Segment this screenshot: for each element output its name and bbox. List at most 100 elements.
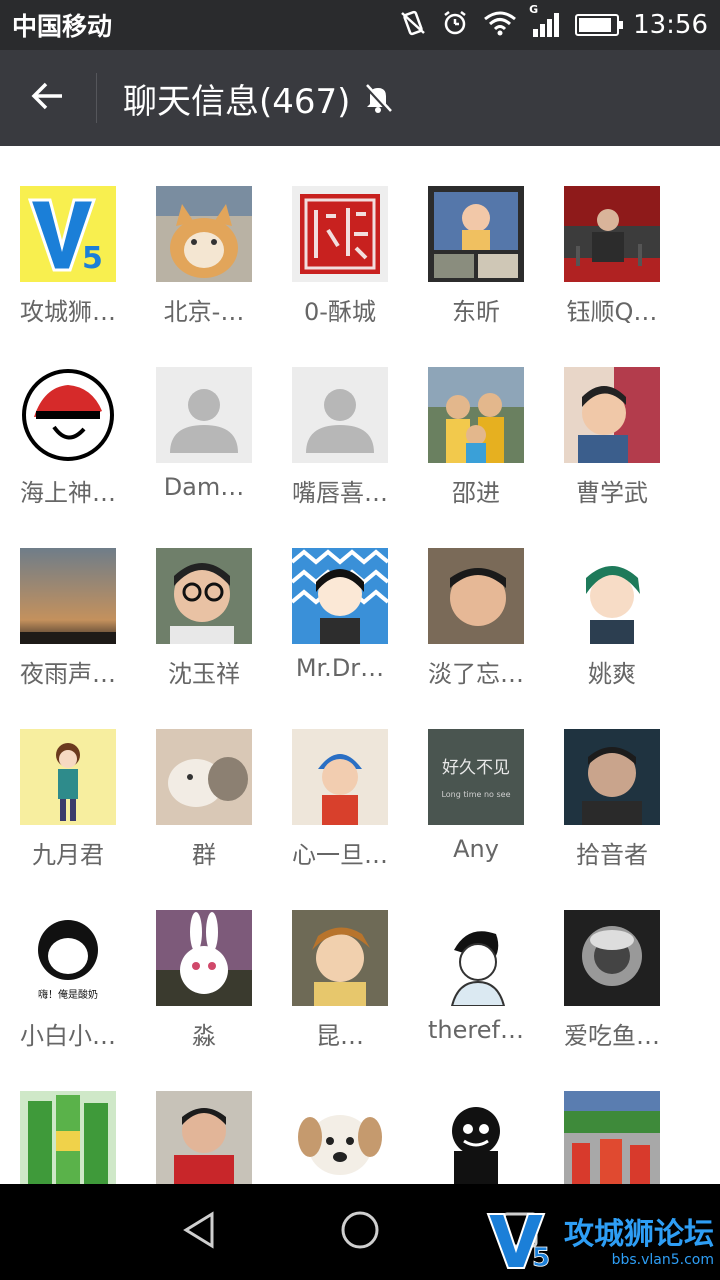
member-item[interactable]: 嘴唇喜…	[272, 367, 408, 517]
member-item[interactable]: theref…	[408, 910, 544, 1060]
member-item[interactable]	[408, 1091, 544, 1184]
member-avatar	[428, 186, 524, 282]
member-item[interactable]: 5 攻城狮…	[0, 186, 136, 336]
carrier-label: 中国移动	[12, 12, 113, 41]
member-avatar	[20, 729, 116, 825]
member-item[interactable]: 昆…	[272, 910, 408, 1060]
member-name: 昆…	[316, 1022, 364, 1050]
member-name: 拾音者	[576, 841, 648, 869]
title-divider	[96, 73, 97, 123]
member-item[interactable]: 海上神…	[0, 367, 136, 517]
member-item[interactable]: 嗨！俺是酸奶小白小…	[0, 910, 136, 1060]
member-name: 邵进	[452, 479, 500, 507]
member-name: 夜雨声…	[20, 660, 116, 688]
member-avatar	[292, 1091, 388, 1184]
nav-home-button[interactable]	[336, 1208, 384, 1256]
member-name: Mr.Dr…	[295, 654, 385, 682]
watermark-title: 攻城狮论坛	[564, 1217, 714, 1252]
mute-bell-icon	[362, 82, 394, 114]
wifi-icon	[483, 9, 517, 41]
member-item[interactable]: 夜雨声…	[0, 548, 136, 698]
member-avatar	[564, 367, 660, 463]
signal-icon: G	[529, 3, 561, 39]
status-time: 13:56	[633, 10, 708, 40]
member-name: 小白小…	[20, 1022, 116, 1050]
member-name: 0-酥城	[304, 298, 376, 326]
member-avatar	[156, 1091, 252, 1184]
member-name: 心一旦…	[292, 841, 388, 869]
member-item[interactable]: 九月君	[0, 729, 136, 879]
nav-back-button[interactable]	[176, 1208, 224, 1256]
member-avatar: 5	[20, 186, 116, 282]
back-button[interactable]	[0, 50, 96, 146]
member-name: 姚爽	[588, 660, 636, 688]
member-item[interactable]: 心一旦…	[272, 729, 408, 879]
member-avatar	[564, 729, 660, 825]
member-item[interactable]: 东昕	[408, 186, 544, 336]
member-item[interactable]: 拾音者	[544, 729, 680, 879]
member-avatar	[20, 367, 116, 463]
member-item[interactable]	[136, 1091, 272, 1184]
member-name: 钰顺Q…	[566, 298, 658, 326]
member-avatar	[564, 186, 660, 282]
member-avatar	[292, 729, 388, 825]
watermark: 5 攻城狮论坛 bbs.vlan5.com	[486, 1210, 714, 1276]
member-avatar	[428, 548, 524, 644]
member-name: 淼	[192, 1022, 216, 1050]
member-name: 北京-…	[163, 298, 245, 326]
member-item[interactable]: 淡了忘…	[408, 548, 544, 698]
member-avatar	[428, 1091, 524, 1184]
member-item[interactable]: 淼	[136, 910, 272, 1060]
member-name: 淡了忘…	[428, 660, 524, 688]
member-name: Dam…	[163, 473, 245, 501]
member-avatar	[564, 1091, 660, 1184]
member-name: Any	[453, 835, 499, 863]
member-name: theref…	[428, 1016, 524, 1044]
member-name: 海上神…	[20, 479, 116, 507]
member-name: 九月君	[32, 841, 104, 869]
status-icons: G 13:56	[399, 3, 708, 41]
member-item[interactable]: 好久不见 Long time no see Any	[408, 729, 544, 879]
v5-logo-icon: 5	[486, 1210, 560, 1276]
member-name: 曹学武	[576, 479, 648, 507]
member-avatar	[428, 367, 524, 463]
member-name: 爱吃鱼…	[564, 1022, 660, 1050]
member-item[interactable]: 爱吃鱼…	[544, 910, 680, 1060]
member-avatar	[156, 548, 252, 644]
member-avatar	[292, 548, 388, 644]
member-item[interactable]: 邵进	[408, 367, 544, 517]
vibrate-icon	[399, 9, 427, 41]
member-grid: 5 攻城狮… 北京-… 0-酥城 东昕 钰顺Q… 海上神… Dam… 嘴唇喜… 邵进 曹学武夜雨声……	[0, 146, 720, 1184]
member-name: 东昕	[452, 298, 500, 326]
member-item[interactable]: 北京-…	[136, 186, 272, 336]
member-avatar	[20, 548, 116, 644]
member-item[interactable]: Dam…	[136, 367, 272, 517]
member-avatar	[156, 186, 252, 282]
member-item[interactable]: 群	[136, 729, 272, 879]
svg-text:Long time no see: Long time no see	[441, 790, 510, 799]
member-item[interactable]: 姚爽	[544, 548, 680, 698]
member-item[interactable]	[544, 1091, 680, 1184]
member-avatar	[564, 548, 660, 644]
member-item[interactable]	[0, 1091, 136, 1184]
member-avatar	[156, 367, 252, 463]
triangle-back-icon	[180, 1210, 220, 1254]
member-item[interactable]: 0-酥城	[272, 186, 408, 336]
member-name: 攻城狮…	[20, 298, 116, 326]
svg-text:5: 5	[532, 1243, 550, 1272]
back-arrow-icon	[30, 78, 66, 118]
watermark-url: bbs.vlan5.com	[611, 1252, 714, 1268]
member-item[interactable]	[272, 1091, 408, 1184]
network-type-label: G	[529, 3, 539, 16]
member-item[interactable]: 曹学武	[544, 367, 680, 517]
member-item[interactable]: Mr.Dr…	[272, 548, 408, 698]
member-item[interactable]: 沈玉祥	[136, 548, 272, 698]
member-avatar	[428, 910, 524, 1006]
status-bar: 中国移动 G 13:56	[0, 0, 720, 50]
alarm-icon	[441, 9, 469, 41]
title-bar: 聊天信息(467)	[0, 50, 720, 146]
member-avatar	[292, 367, 388, 463]
svg-text:嗨！俺是酸奶: 嗨！俺是酸奶	[38, 988, 98, 1001]
member-name: 群	[192, 841, 216, 869]
member-item[interactable]: 钰顺Q…	[544, 186, 680, 336]
